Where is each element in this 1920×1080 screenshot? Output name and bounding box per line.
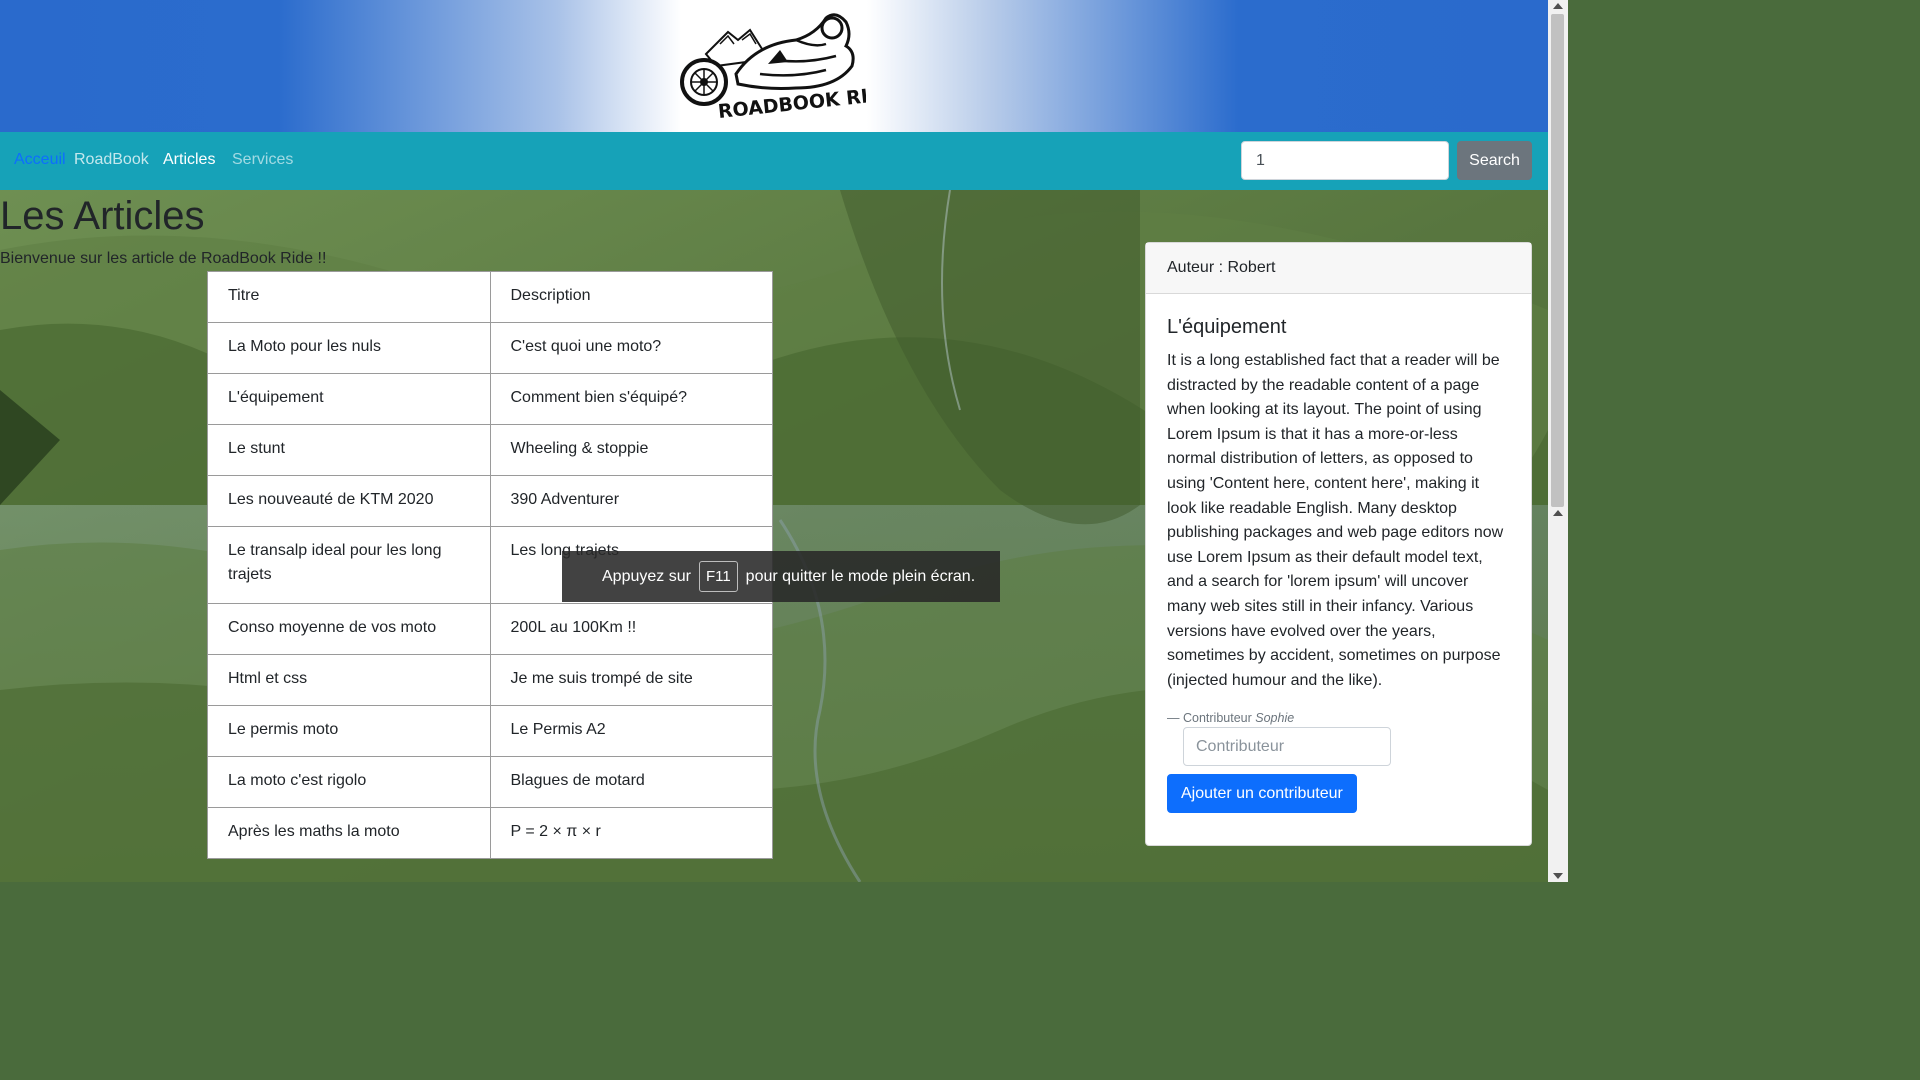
cell-titre: Le transalp ideal pour les long trajets bbox=[207, 526, 491, 604]
nav-link-roadbook[interactable]: RoadBook bbox=[74, 151, 149, 169]
contributor-label: — Contributeur bbox=[1167, 711, 1252, 726]
cell-titre: La moto c'est rigolo bbox=[207, 756, 491, 808]
column-header-description: Description bbox=[489, 271, 773, 323]
search-input[interactable] bbox=[1241, 141, 1449, 180]
scroll-down-arrow-icon[interactable] bbox=[1553, 873, 1563, 879]
card-footer: — Contributeur Sophie bbox=[1167, 711, 1510, 725]
nav-link-home[interactable]: Acceuil bbox=[14, 151, 66, 169]
fullscreen-text-after: pour quitter le mode plein écran. bbox=[745, 567, 976, 585]
contributor-input[interactable] bbox=[1183, 727, 1391, 767]
scroll-arrow-icon bbox=[1553, 510, 1563, 516]
card-title: L'équipement bbox=[1167, 316, 1287, 338]
cell-titre: Le stunt bbox=[207, 424, 491, 476]
cell-titre: Les nouveauté de KTM 2020 bbox=[207, 475, 491, 527]
contributor-name: Sophie bbox=[1255, 711, 1295, 726]
roadbook-ride-logo[interactable]: ROADBOOK RIDE bbox=[676, 4, 866, 122]
cell-description: Comment bien s'équipé? bbox=[489, 373, 773, 425]
table-row[interactable]: Le stunt Wheeling & stoppie bbox=[207, 424, 773, 476]
vertical-scrollbar[interactable] bbox=[1548, 0, 1568, 882]
cell-titre: Html et css bbox=[207, 654, 491, 706]
cell-description: C'est quoi une moto? bbox=[489, 322, 773, 374]
table-row[interactable]: Après les maths la moto P = 2 × π × r bbox=[207, 807, 773, 859]
table-row[interactable]: L'équipement Comment bien s'équipé? bbox=[207, 373, 773, 425]
add-contributor-button[interactable]: Ajouter un contributeur bbox=[1167, 774, 1357, 814]
cell-titre: Conso moyenne de vos moto bbox=[207, 603, 491, 655]
cell-description: Wheeling & stoppie bbox=[489, 424, 773, 476]
table-row[interactable]: La Moto pour les nuls C'est quoi une mot… bbox=[207, 322, 773, 374]
column-header-titre: Titre bbox=[207, 271, 491, 323]
cell-description: Blagues de motard bbox=[489, 756, 773, 808]
page-subtitle: Bienvenue sur les article de RoadBook Ri… bbox=[0, 250, 327, 267]
cell-description: 200L au 100Km !! bbox=[489, 603, 773, 655]
cell-description: 390 Adventurer bbox=[489, 475, 773, 527]
card-text: It is a long established fact that a rea… bbox=[1167, 352, 1504, 689]
header-banner: ROADBOOK RIDE bbox=[0, 0, 1548, 132]
card-header-author: Auteur : Robert bbox=[1146, 243, 1531, 294]
cell-titre: Le permis moto bbox=[207, 705, 491, 757]
cell-titre: Après les maths la moto bbox=[207, 807, 491, 859]
cell-description: P = 2 × π × r bbox=[489, 807, 773, 859]
table-row[interactable]: Les nouveauté de KTM 2020 390 Adventurer bbox=[207, 475, 773, 527]
cell-description: Le Permis A2 bbox=[489, 705, 773, 757]
article-card: Auteur : Robert L'équipement It is a lon… bbox=[1145, 242, 1532, 846]
f11-key: F11 bbox=[698, 561, 738, 592]
cell-titre: La Moto pour les nuls bbox=[207, 322, 491, 374]
cell-titre: L'équipement bbox=[207, 373, 491, 425]
nav-link-services[interactable]: Services bbox=[232, 151, 293, 169]
table-row[interactable]: La moto c'est rigolo Blagues de motard bbox=[207, 756, 773, 808]
table-row[interactable]: Html et css Je me suis trompé de site bbox=[207, 654, 773, 706]
page-title: Les Articles bbox=[0, 194, 205, 238]
table-row[interactable]: Conso moyenne de vos moto 200L au 100Km … bbox=[207, 603, 773, 655]
search-button[interactable]: Search bbox=[1457, 141, 1532, 180]
fullscreen-notification: Appuyez sur F11 pour quitter le mode ple… bbox=[562, 551, 1000, 602]
scrollbar-thumb[interactable] bbox=[1551, 14, 1564, 507]
scroll-up-arrow-icon[interactable] bbox=[1553, 3, 1563, 9]
table-header-row: Titre Description bbox=[207, 271, 773, 323]
cell-description: Je me suis trompé de site bbox=[489, 654, 773, 706]
navbar: Acceuil RoadBook Articles Services Searc… bbox=[0, 132, 1548, 190]
table-row[interactable]: Le permis moto Le Permis A2 bbox=[207, 705, 773, 757]
nav-link-articles[interactable]: Articles bbox=[163, 151, 215, 169]
fullscreen-text-before: Appuyez sur bbox=[602, 567, 691, 585]
